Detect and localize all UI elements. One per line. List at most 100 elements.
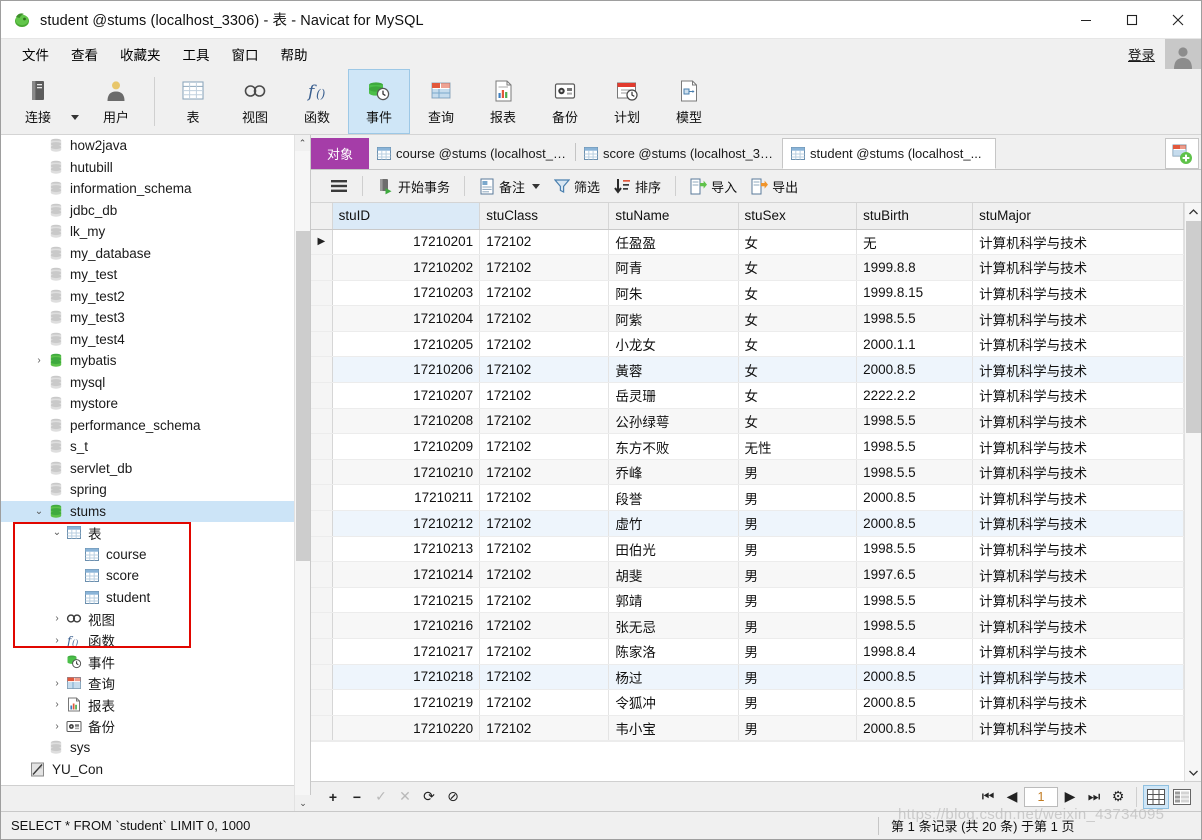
chevron-down-icon[interactable] (71, 115, 79, 120)
cell-stuID[interactable]: 17210202 (332, 255, 480, 281)
cell-stuMajor[interactable]: 计算机科学与技术 (973, 485, 1184, 511)
toolbar-view[interactable]: 视图 (224, 69, 286, 134)
cell-stuID[interactable]: 17210210 (332, 459, 480, 485)
cell-stuBirth[interactable]: 1998.5.5 (857, 587, 973, 613)
tree-node-my_test3[interactable]: my_test3 (1, 307, 310, 329)
row-marker[interactable] (311, 639, 332, 665)
minimize-button[interactable] (1063, 1, 1109, 39)
login-link[interactable]: 登录 (1128, 44, 1155, 64)
cell-stuName[interactable]: 东方不败 (609, 434, 738, 460)
table-row[interactable]: ▶17210201172102任盈盈女无计算机科学与技术 (311, 229, 1184, 255)
row-marker[interactable] (311, 434, 332, 460)
next-page-button[interactable]: ▶ (1058, 785, 1082, 809)
note-button[interactable]: 备注 (472, 173, 547, 200)
cell-stuID[interactable]: 17210220 (332, 715, 480, 741)
refresh-button[interactable]: ⟳ (417, 785, 441, 809)
cell-stuClass[interactable]: 172102 (480, 690, 609, 716)
cell-stuClass[interactable]: 172102 (480, 434, 609, 460)
cell-stuClass[interactable]: 172102 (480, 331, 609, 357)
cell-stuMajor[interactable]: 计算机科学与技术 (973, 562, 1184, 588)
cell-stuID[interactable]: 17210204 (332, 306, 480, 332)
tree-node-mybatis[interactable]: ›mybatis (1, 350, 310, 372)
tree-node-s_t[interactable]: s_t (1, 436, 310, 458)
cell-stuName[interactable]: 黃蓉 (609, 357, 738, 383)
menu-file[interactable]: 文件 (11, 40, 60, 68)
cell-stuBirth[interactable]: 2000.8.5 (857, 511, 973, 537)
tree-node-[interactable]: ›f()函数 (1, 630, 310, 652)
tree-node-performance_schema[interactable]: performance_schema (1, 415, 310, 437)
row-marker[interactable] (311, 715, 332, 741)
grid-scroll-down[interactable] (1185, 764, 1202, 781)
cell-stuSex[interactable]: 男 (738, 715, 857, 741)
row-marker[interactable] (311, 690, 332, 716)
cell-stuSex[interactable]: 男 (738, 511, 857, 537)
cell-stuMajor[interactable]: 计算机科学与技术 (973, 459, 1184, 485)
cell-stuName[interactable]: 段誉 (609, 485, 738, 511)
sort-button[interactable]: 排序 (607, 173, 668, 200)
page-number-input[interactable]: 1 (1024, 787, 1058, 807)
table-row[interactable]: 17210204172102阿紫女1998.5.5计算机科学与技术 (311, 306, 1184, 332)
row-marker[interactable] (311, 664, 332, 690)
row-marker[interactable] (311, 485, 332, 511)
cell-stuID[interactable]: 17210208 (332, 408, 480, 434)
cell-stuName[interactable]: 虛竹 (609, 511, 738, 537)
cell-stuMajor[interactable]: 计算机科学与技术 (973, 357, 1184, 383)
tree-node-[interactable]: ›报表 (1, 694, 310, 716)
row-marker[interactable] (311, 357, 332, 383)
cell-stuBirth[interactable]: 1999.8.8 (857, 255, 973, 281)
cell-stuClass[interactable]: 172102 (480, 306, 609, 332)
cell-stuBirth[interactable]: 2000.8.5 (857, 664, 973, 690)
tree-node-[interactable]: ⌄表 (1, 522, 310, 544)
chevron-right-icon[interactable]: › (49, 721, 65, 732)
tree-node-my_test2[interactable]: my_test2 (1, 286, 310, 308)
cell-stuSex[interactable]: 男 (738, 664, 857, 690)
row-marker[interactable] (311, 331, 332, 357)
cell-stuID[interactable]: 17210213 (332, 536, 480, 562)
table-row[interactable]: 17210208172102公孙绿萼女1998.5.5计算机科学与技术 (311, 408, 1184, 434)
column-header-stuMajor[interactable]: stuMajor (973, 203, 1184, 229)
cell-stuMajor[interactable]: 计算机科学与技术 (973, 639, 1184, 665)
menu-tools[interactable]: 工具 (172, 40, 221, 68)
cell-stuSex[interactable]: 女 (738, 280, 857, 306)
toolbar-function[interactable]: f () 函数 (286, 69, 348, 134)
row-marker[interactable] (311, 280, 332, 306)
column-header-stuID[interactable]: stuID (332, 203, 480, 229)
grid-scroll-up[interactable] (1185, 203, 1201, 220)
cell-stuID[interactable]: 17210207 (332, 383, 480, 409)
cell-stuName[interactable]: 韦小宝 (609, 715, 738, 741)
toolbar-event[interactable]: 事件 (348, 69, 410, 134)
toolbar-report[interactable]: 报表 (472, 69, 534, 134)
cell-stuBirth[interactable]: 1998.5.5 (857, 408, 973, 434)
tree-node-course[interactable]: course (1, 544, 310, 566)
begin-transaction-button[interactable]: 开始事务 (370, 173, 457, 200)
cell-stuClass[interactable]: 172102 (480, 664, 609, 690)
cell-stuClass[interactable]: 172102 (480, 408, 609, 434)
tab-student[interactable]: student @stums (localhost_... (782, 138, 996, 169)
cell-stuClass[interactable]: 172102 (480, 562, 609, 588)
tree-node-[interactable]: ›视图 (1, 608, 310, 630)
sidebar-scroll-thumb[interactable] (296, 231, 310, 561)
cell-stuBirth[interactable]: 2000.8.5 (857, 690, 973, 716)
import-button[interactable]: 导入 (683, 173, 744, 200)
cell-stuClass[interactable]: 172102 (480, 485, 609, 511)
table-row[interactable]: 17210205172102小龙女女2000.1.1计算机科学与技术 (311, 331, 1184, 357)
cell-stuID[interactable]: 17210205 (332, 331, 480, 357)
menu-favorites[interactable]: 收藏夹 (109, 40, 172, 68)
cell-stuName[interactable]: 阿紫 (609, 306, 738, 332)
cell-stuName[interactable]: 任盈盈 (609, 229, 738, 255)
tree-node-[interactable]: 事件 (1, 651, 310, 673)
cell-stuBirth[interactable]: 2000.8.5 (857, 715, 973, 741)
first-page-button[interactable]: ⏮ (976, 785, 1000, 809)
cell-stuName[interactable]: 陈家洛 (609, 639, 738, 665)
toolbar-query[interactable]: 查询 (410, 69, 472, 134)
cancel-change-button[interactable]: ✕ (393, 785, 417, 809)
column-header-stuName[interactable]: stuName (609, 203, 738, 229)
cell-stuBirth[interactable]: 1998.5.5 (857, 306, 973, 332)
tab-objects[interactable]: 对象 (311, 138, 369, 169)
cell-stuBirth[interactable]: 1998.5.5 (857, 459, 973, 485)
chevron-down-icon[interactable]: ⌄ (49, 527, 65, 538)
table-row[interactable]: 17210210172102乔峰男1998.5.5计算机科学与技术 (311, 459, 1184, 485)
cell-stuBirth[interactable]: 无 (857, 229, 973, 255)
tree-node-servlet_db[interactable]: servlet_db (1, 458, 310, 480)
menu-view[interactable]: 查看 (60, 40, 109, 68)
